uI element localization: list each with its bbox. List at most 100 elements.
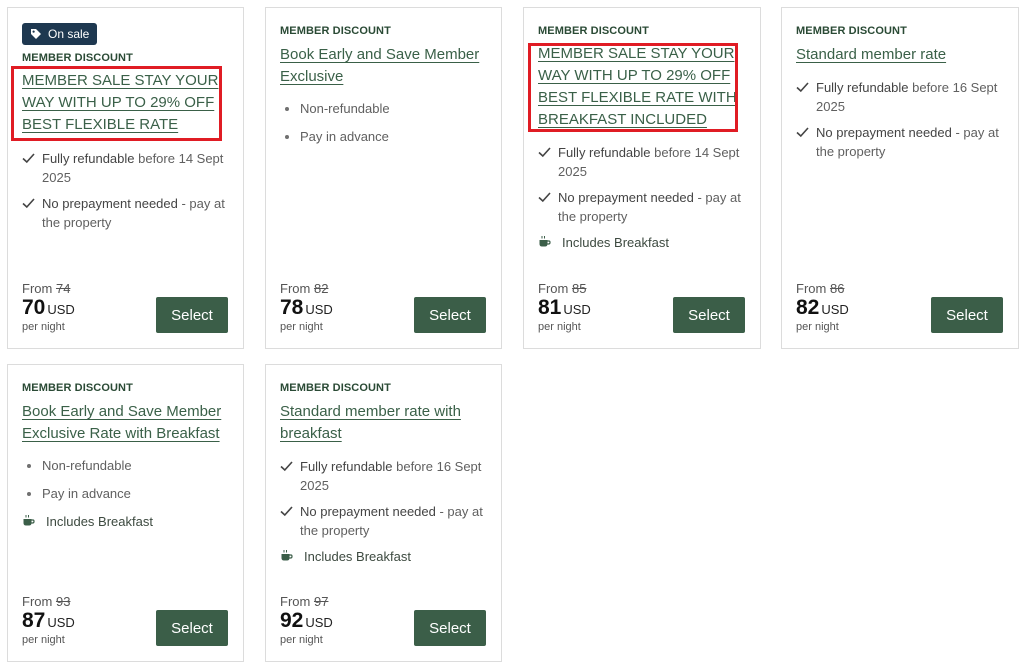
refundable-feature: Fully refundable before 14 Sept 2025: [538, 143, 750, 181]
per-night-label: per night: [280, 321, 323, 333]
feature-text: Pay in advance: [42, 486, 131, 501]
currency-label: USD: [563, 302, 591, 317]
per-night-label: per night: [22, 321, 65, 333]
rate-title-link[interactable]: Standard member rate: [796, 44, 1004, 66]
select-button[interactable]: Select: [156, 610, 228, 646]
rate-card-standard: MEMBER DISCOUNT Standard member rate Ful…: [781, 7, 1019, 349]
check-icon: [280, 506, 293, 517]
feature-strong: Fully refundable: [816, 80, 909, 95]
feature-strong: Fully refundable: [558, 145, 651, 160]
feature-text: Includes Breakfast: [304, 549, 411, 564]
feature-text: Non-refundable: [42, 458, 132, 473]
rate-card-book-early: MEMBER DISCOUNT Book Early and Save Memb…: [265, 7, 502, 349]
feature-strong: No prepayment needed: [300, 504, 436, 519]
rate-card-book-early-breakfast: MEMBER DISCOUNT Book Early and Save Memb…: [7, 364, 244, 662]
from-label: From: [796, 281, 827, 296]
breakfast-feature: Includes Breakfast: [280, 547, 491, 566]
price-block: From 93 87 USD per night: [22, 594, 75, 647]
price-block: From 85 81 USD per night: [538, 281, 591, 334]
rate-title-link[interactable]: Book Early and Save Member Exclusive Rat…: [22, 401, 229, 445]
coffee-cup-icon: [281, 550, 293, 561]
currency-label: USD: [47, 302, 75, 317]
feature-strong: Fully refundable: [42, 151, 135, 166]
prepayment-feature: No prepayment needed - pay at the proper…: [796, 123, 1008, 161]
tag-icon: [31, 29, 41, 39]
feature-strong: Fully refundable: [300, 459, 393, 474]
old-price: 86: [829, 281, 845, 296]
from-label: From: [280, 594, 311, 609]
feature-strong: No prepayment needed: [816, 125, 952, 140]
price-block: From 74 70 USD per night: [22, 281, 75, 334]
refundable-feature: Fully refundable before 16 Sept 2025: [280, 457, 491, 495]
price-value: 87: [22, 609, 46, 632]
from-label: From: [538, 281, 569, 296]
per-night-label: per night: [280, 634, 323, 646]
coffee-cup-icon: [539, 236, 551, 247]
old-price: 85: [571, 281, 587, 296]
from-label: From: [22, 281, 53, 296]
old-price: 82: [313, 281, 329, 296]
coffee-cup-icon: [23, 515, 35, 526]
price-block: From 97 92 USD per night: [280, 594, 333, 647]
feature-text: Includes Breakfast: [562, 235, 669, 250]
check-icon: [796, 82, 809, 93]
feature-text: Non-refundable: [300, 101, 390, 116]
price-value: 70: [22, 296, 46, 319]
old-price: 74: [55, 281, 71, 296]
price-block: From 86 82 USD per night: [796, 281, 849, 334]
bullet-icon: [27, 464, 31, 468]
price-value: 92: [280, 609, 304, 632]
currency-label: USD: [47, 615, 75, 630]
bullet-icon: [285, 135, 289, 139]
feature-strong: No prepayment needed: [558, 190, 694, 205]
rate-card-member-sale: On sale MEMBER DISCOUNT MEMBER SALE STAY…: [7, 7, 244, 349]
check-icon: [22, 153, 35, 164]
check-icon: [538, 192, 551, 203]
per-night-label: per night: [796, 321, 839, 333]
per-night-label: per night: [538, 321, 581, 333]
price-value: 78: [280, 296, 304, 319]
breakfast-feature: Includes Breakfast: [538, 233, 750, 252]
rate-title-link[interactable]: MEMBER SALE STAY YOUR WAY WITH UP TO 29%…: [538, 43, 742, 131]
feature-text: Pay in advance: [300, 129, 389, 144]
check-icon: [796, 127, 809, 138]
rate-title-link[interactable]: Standard member rate with breakfast: [280, 401, 487, 445]
from-label: From: [22, 594, 53, 609]
prepayment-feature: No prepayment needed - pay at the proper…: [538, 188, 750, 226]
select-button[interactable]: Select: [414, 297, 486, 333]
check-icon: [280, 461, 293, 472]
prepayment-feature: No prepayment needed - pay at the proper…: [280, 502, 491, 540]
member-discount-label: MEMBER DISCOUNT: [22, 382, 133, 394]
non-refundable-feature: Non-refundable: [280, 99, 491, 118]
pay-in-advance-feature: Pay in advance: [22, 484, 233, 503]
select-button[interactable]: Select: [673, 297, 745, 333]
per-night-label: per night: [22, 634, 65, 646]
rate-title-link[interactable]: Book Early and Save Member Exclusive: [280, 44, 487, 88]
prepayment-feature: No prepayment needed - pay at the proper…: [22, 194, 233, 232]
old-price: 93: [55, 594, 71, 609]
price-value: 81: [538, 296, 562, 319]
select-button[interactable]: Select: [414, 610, 486, 646]
select-button[interactable]: Select: [156, 297, 228, 333]
member-discount-label: MEMBER DISCOUNT: [280, 382, 391, 394]
pay-in-advance-feature: Pay in advance: [280, 127, 491, 146]
rate-card-member-sale-breakfast: MEMBER DISCOUNT MEMBER SALE STAY YOUR WA…: [523, 7, 761, 349]
member-discount-label: MEMBER DISCOUNT: [538, 25, 649, 37]
currency-label: USD: [305, 615, 333, 630]
feature-strong: No prepayment needed: [42, 196, 178, 211]
old-price: 97: [313, 594, 329, 609]
member-discount-label: MEMBER DISCOUNT: [22, 52, 133, 64]
price-block: From 82 78 USD per night: [280, 281, 333, 334]
select-button[interactable]: Select: [931, 297, 1003, 333]
rate-card-standard-breakfast: MEMBER DISCOUNT Standard member rate wit…: [265, 364, 502, 662]
badge-label: On sale: [48, 27, 90, 41]
from-label: From: [280, 281, 311, 296]
currency-label: USD: [305, 302, 333, 317]
feature-text: Includes Breakfast: [46, 514, 153, 529]
non-refundable-feature: Non-refundable: [22, 456, 233, 475]
breakfast-feature: Includes Breakfast: [22, 512, 233, 531]
member-discount-label: MEMBER DISCOUNT: [280, 25, 391, 37]
rate-title-link[interactable]: MEMBER SALE STAY YOUR WAY WITH UP TO 29%…: [22, 70, 229, 136]
on-sale-badge: On sale: [22, 23, 98, 45]
check-icon: [538, 147, 551, 158]
